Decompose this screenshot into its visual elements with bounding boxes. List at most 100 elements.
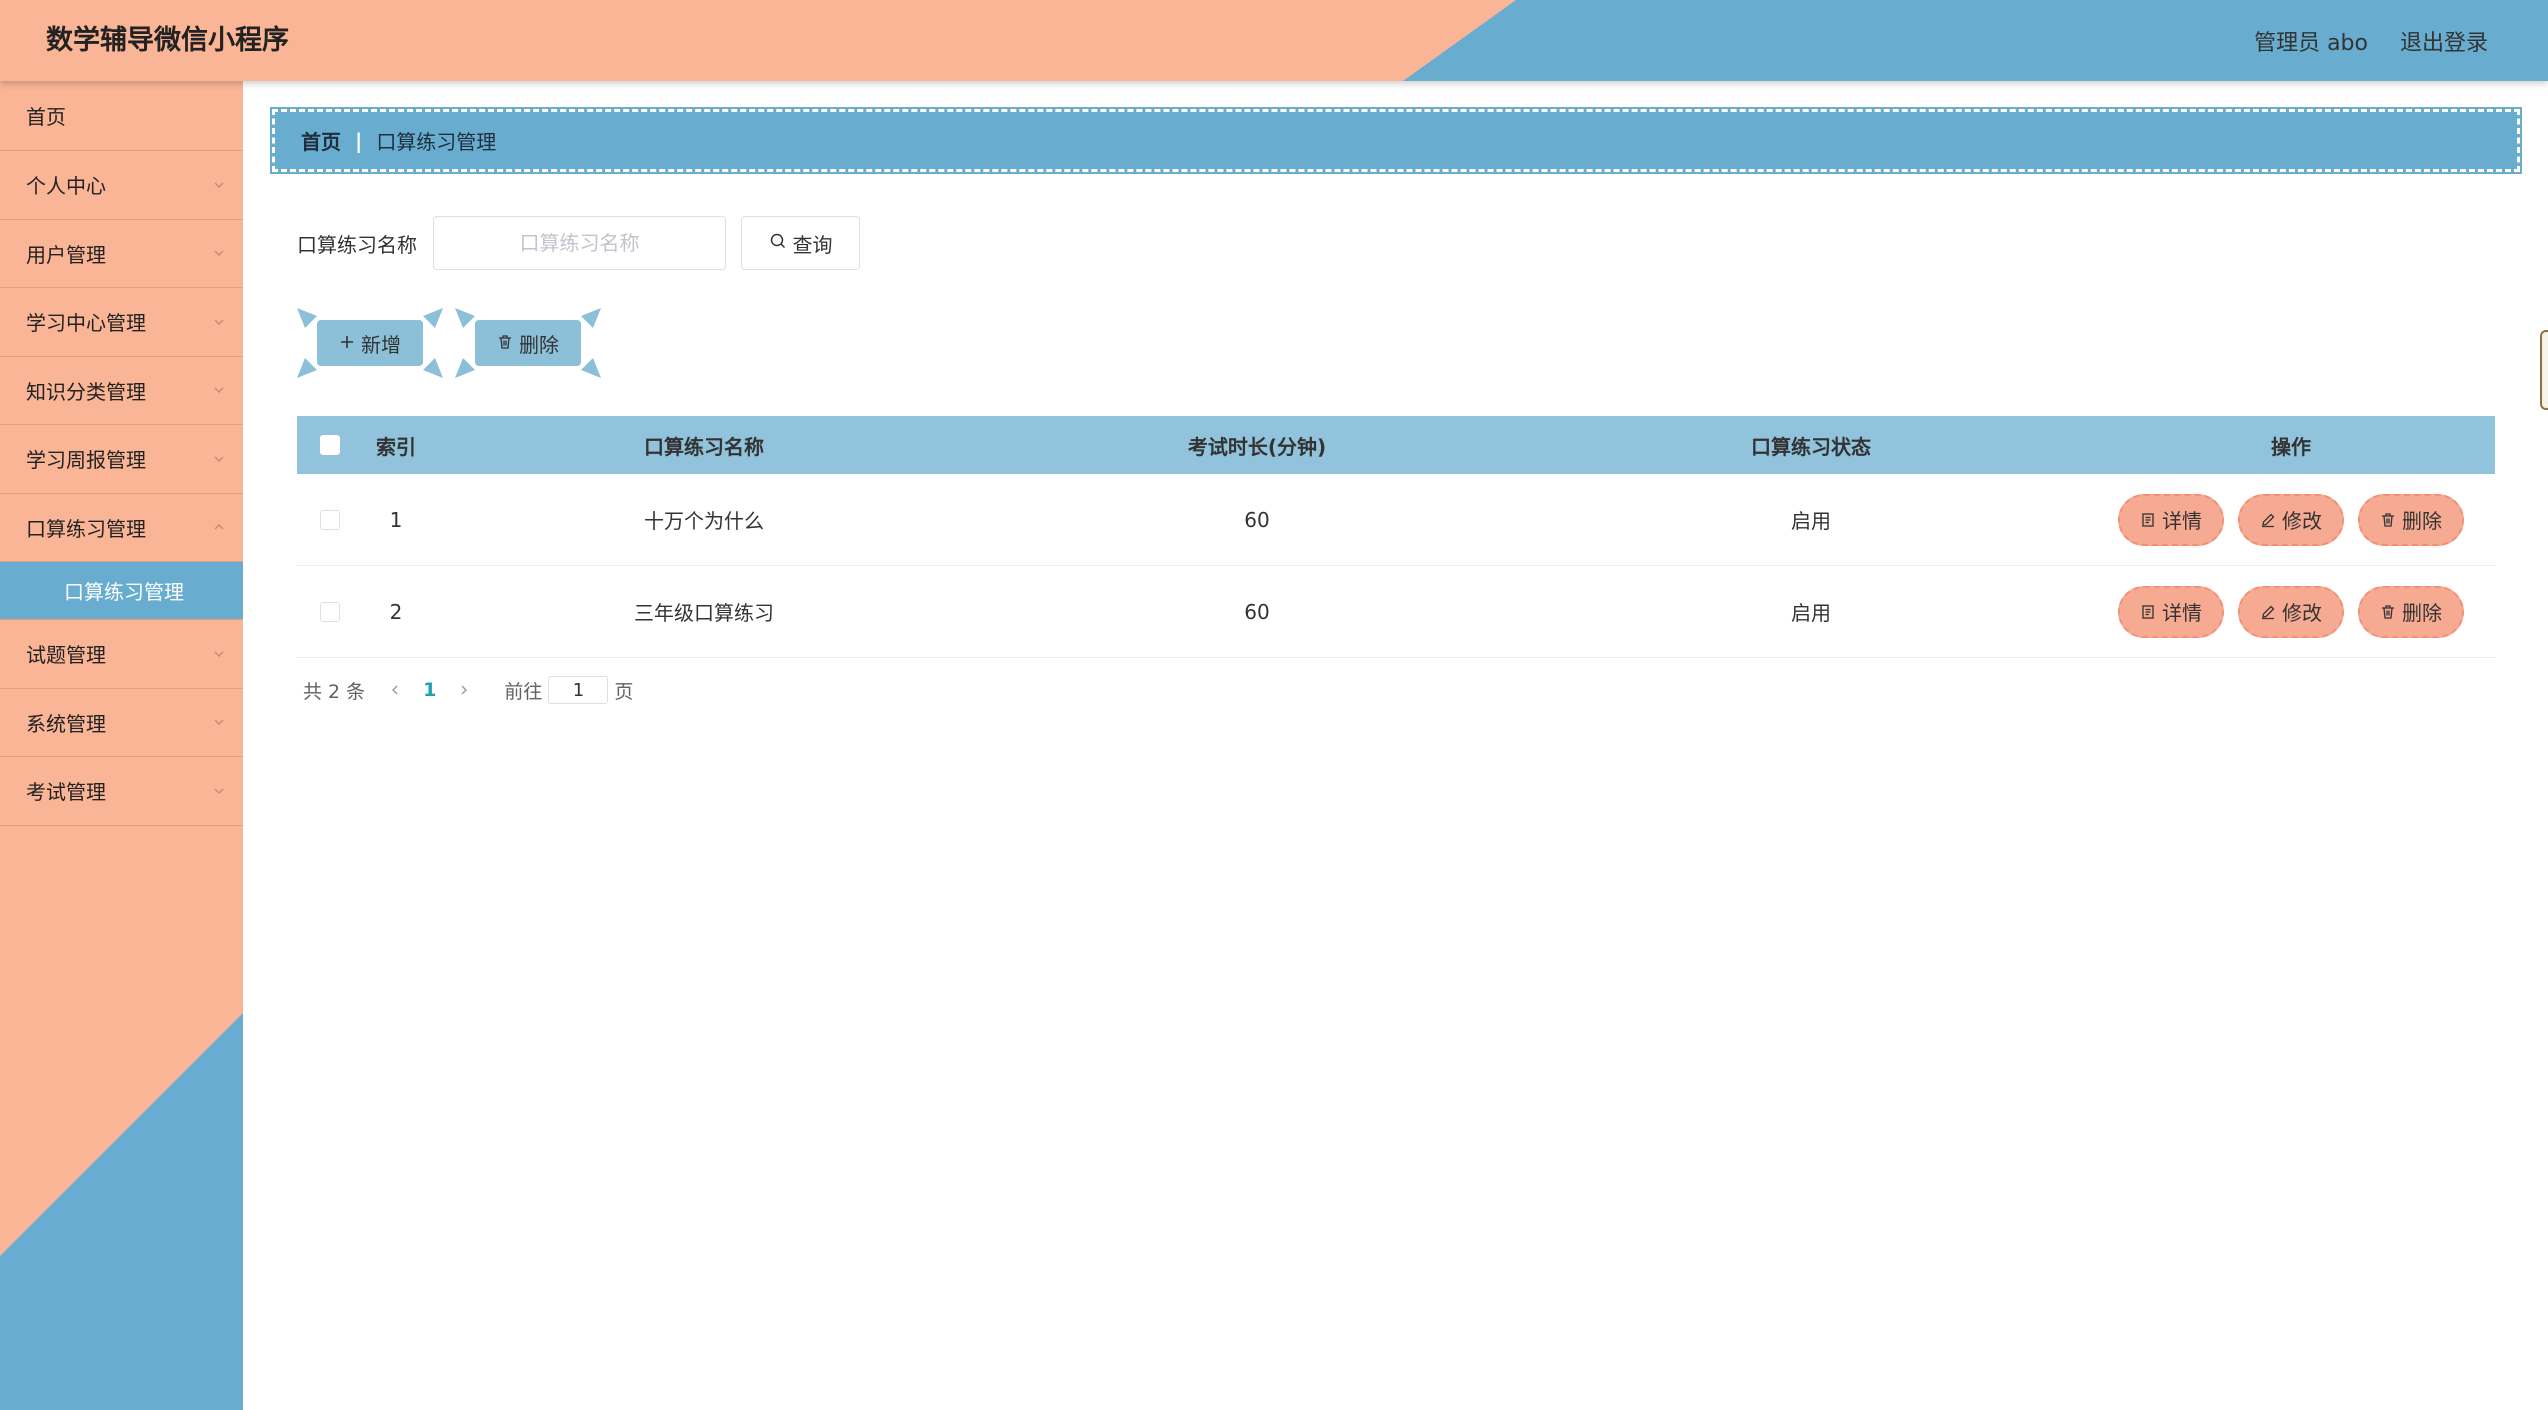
row-actions: 详情 修改 删除: [2087, 493, 2495, 546]
sidebar-item-learning-center[interactable]: 学习中心管理: [0, 288, 243, 357]
table-row: 2 三年级口算练习 60 启用 详情 修改 删除: [297, 566, 2495, 658]
pagination-goto: 前往 页: [504, 676, 633, 704]
column-header-status: 口算练习状态: [1751, 434, 1871, 459]
batch-delete-button[interactable]: 删除: [455, 308, 601, 378]
search-button[interactable]: 查询: [741, 216, 860, 270]
edit-button[interactable]: 修改: [2238, 493, 2344, 546]
chevron-up-icon: [213, 521, 225, 533]
chevron-down-icon: [213, 785, 225, 797]
sidebar-item-home[interactable]: 首页: [0, 81, 243, 151]
edit-icon: [2260, 512, 2276, 528]
sidebar-menu: 首页 个人中心 用户管理 学习中心管理 知识分类管理 学习周报管理 口算练习管理…: [0, 81, 243, 826]
select-all-checkbox[interactable]: [320, 435, 340, 455]
row-index: 1: [389, 507, 403, 532]
user-label[interactable]: 管理员 abo: [2254, 25, 2368, 57]
logout-button[interactable]: 退出登录: [2400, 25, 2488, 57]
chevron-down-icon: [213, 453, 225, 465]
sidebar-item-question-management[interactable]: 试题管理: [0, 620, 243, 689]
sidebar-item-label: 学习周报管理: [26, 448, 146, 473]
row-status: 启用: [1791, 509, 1831, 533]
row-duration: 60: [1244, 507, 1270, 532]
edit-button-label: 修改: [2282, 601, 2322, 625]
chevron-left-icon[interactable]: [385, 680, 405, 700]
sidebar-item-label: 学习中心管理: [26, 311, 146, 336]
header-user-area: 管理员 abo 退出登录: [2254, 0, 2488, 81]
goto-prefix: 前往: [504, 680, 543, 703]
sidebar-item-personal-center[interactable]: 个人中心: [0, 151, 243, 220]
column-header-duration: 考试时长(分钟): [1187, 434, 1327, 459]
chevron-down-icon: [213, 179, 225, 191]
document-icon: [2140, 604, 2156, 620]
sidebar-item-knowledge-category[interactable]: 知识分类管理: [0, 357, 243, 425]
detail-button[interactable]: 详情: [2118, 585, 2224, 638]
row-checkbox[interactable]: [320, 509, 340, 530]
sidebar-subitem-mental-arithmetic[interactable]: 口算练习管理: [0, 562, 243, 620]
sidebar-item-exam-management[interactable]: 考试管理: [0, 757, 243, 826]
delete-button[interactable]: 删除: [2358, 493, 2464, 546]
page-number[interactable]: 1: [423, 679, 436, 701]
app-title: 数学辅导微信小程序: [46, 25, 289, 56]
row-name: 三年级口算练习: [634, 601, 774, 625]
goto-page-input[interactable]: [548, 676, 609, 704]
search-input[interactable]: [433, 216, 726, 270]
trash-icon: [2380, 604, 2396, 620]
chevron-down-icon: [213, 316, 225, 328]
sidebar-item-mental-arithmetic[interactable]: 口算练习管理: [0, 494, 243, 562]
delete-button-label: 删除: [2402, 509, 2442, 533]
sidebar-item-weekly-report[interactable]: 学习周报管理: [0, 425, 243, 494]
edit-button[interactable]: 修改: [2238, 585, 2344, 638]
delete-button-label: 删除: [2402, 601, 2442, 625]
top-header: 数学辅导微信小程序 管理员 abo 退出登录: [0, 0, 2548, 81]
pagination: 共 2 条 1 前往 页: [303, 676, 633, 704]
sidebar-item-label: 用户管理: [26, 242, 106, 267]
breadcrumb-separator: |: [355, 128, 363, 153]
row-status: 启用: [1791, 601, 1831, 625]
row-actions: 详情 修改 删除: [2087, 585, 2495, 638]
trash-icon: [497, 331, 513, 355]
sidebar-item-label: 系统管理: [26, 711, 106, 736]
delete-button[interactable]: 删除: [2358, 585, 2464, 638]
trash-icon: [2380, 512, 2396, 528]
column-header-index: 索引: [376, 434, 416, 459]
detail-button[interactable]: 详情: [2118, 493, 2224, 546]
row-checkbox[interactable]: [320, 601, 340, 622]
plus-icon: [339, 331, 355, 355]
sidebar-item-system-management[interactable]: 系统管理: [0, 689, 243, 757]
detail-button-label: 详情: [2162, 509, 2202, 533]
column-header-actions: 操作: [2271, 434, 2311, 459]
breadcrumb-current: 口算练习管理: [376, 130, 497, 154]
search-form: 口算练习名称 查询: [297, 216, 860, 270]
sidebar-item-label: 首页: [26, 105, 66, 129]
edit-icon: [2260, 604, 2276, 620]
row-index: 2: [389, 599, 403, 624]
chevron-right-icon[interactable]: [454, 680, 474, 700]
floating-side-tab[interactable]: [2540, 330, 2548, 410]
row-name: 十万个为什么: [644, 509, 764, 533]
sidebar-item-label: 口算练习管理: [26, 516, 146, 541]
chevron-down-icon: [213, 648, 225, 660]
data-table: 索引 口算练习名称 考试时长(分钟) 口算练习状态 操作 1 十万个为什么 60…: [297, 416, 2495, 658]
row-duration: 60: [1244, 599, 1270, 624]
detail-button-label: 详情: [2162, 601, 2202, 625]
pagination-total: 共 2 条: [303, 680, 366, 703]
sidebar-item-label: 知识分类管理: [26, 379, 146, 404]
column-header-name: 口算练习名称: [644, 434, 764, 459]
document-icon: [2140, 512, 2156, 528]
breadcrumb-home[interactable]: 首页: [301, 126, 341, 155]
breadcrumb: 首页 | 口算练习管理: [270, 107, 2522, 174]
add-button[interactable]: 新增: [297, 308, 443, 378]
table-row: 1 十万个为什么 60 启用 详情 修改 删除: [297, 474, 2495, 566]
sidebar: 首页 个人中心 用户管理 学习中心管理 知识分类管理 学习周报管理 口算练习管理…: [0, 81, 243, 1410]
action-bar: 新增 删除: [297, 308, 601, 378]
goto-suffix: 页: [614, 680, 634, 703]
chevron-down-icon: [213, 247, 225, 259]
sidebar-subitem-label: 口算练习管理: [64, 580, 184, 604]
sidebar-blue-corner: [0, 1013, 243, 1410]
search-icon: [769, 231, 787, 255]
sidebar-item-user-management[interactable]: 用户管理: [0, 220, 243, 288]
table-header: 索引 口算练习名称 考试时长(分钟) 口算练习状态 操作: [297, 416, 2495, 474]
chevron-down-icon: [213, 716, 225, 728]
sidebar-item-label: 考试管理: [26, 780, 106, 805]
sidebar-item-label: 个人中心: [26, 174, 106, 199]
search-button-label: 查询: [792, 232, 833, 257]
